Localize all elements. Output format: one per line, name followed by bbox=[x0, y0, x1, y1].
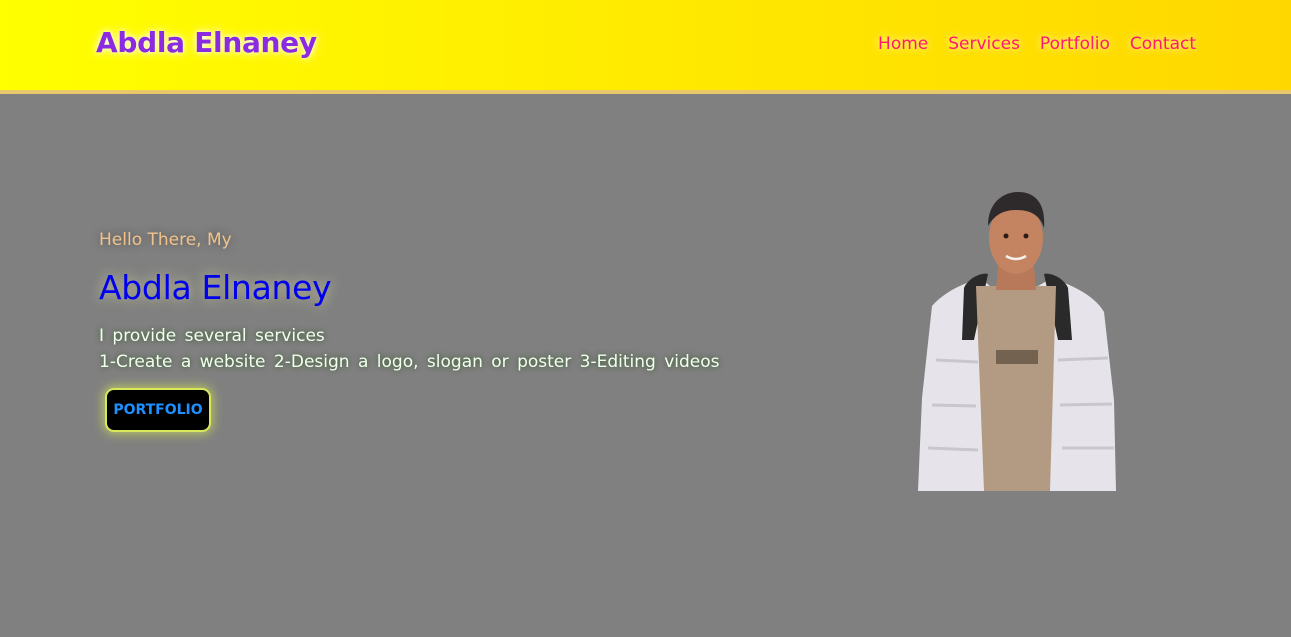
hero-description-line1: I provide several services bbox=[99, 326, 325, 346]
portfolio-button[interactable]: PORTFOLIO bbox=[105, 388, 211, 432]
profile-photo bbox=[918, 192, 1116, 491]
hero-description-line2: 1-Create a website 2-Design a logo, slog… bbox=[99, 352, 720, 372]
hero-section: Hello There, My Abdla Elnaney I provide … bbox=[99, 230, 720, 375]
hero-greeting: Hello There, My bbox=[99, 230, 232, 250]
hero-description: I provide several services 1-Create a we… bbox=[99, 323, 720, 375]
nav-portfolio-link[interactable]: Portfolio bbox=[1040, 34, 1110, 54]
site-header: Abdla Elnaney Home Services Portfolio Co… bbox=[0, 0, 1291, 94]
nav-home-link[interactable]: Home bbox=[878, 34, 928, 54]
nav-services-link[interactable]: Services bbox=[948, 34, 1020, 54]
brand-logo[interactable]: Abdla Elnaney bbox=[96, 26, 317, 59]
main-nav: Home Services Portfolio Contact bbox=[878, 34, 1196, 54]
nav-contact-link[interactable]: Contact bbox=[1130, 34, 1196, 54]
hero-name: Abdla Elnaney bbox=[99, 268, 332, 307]
